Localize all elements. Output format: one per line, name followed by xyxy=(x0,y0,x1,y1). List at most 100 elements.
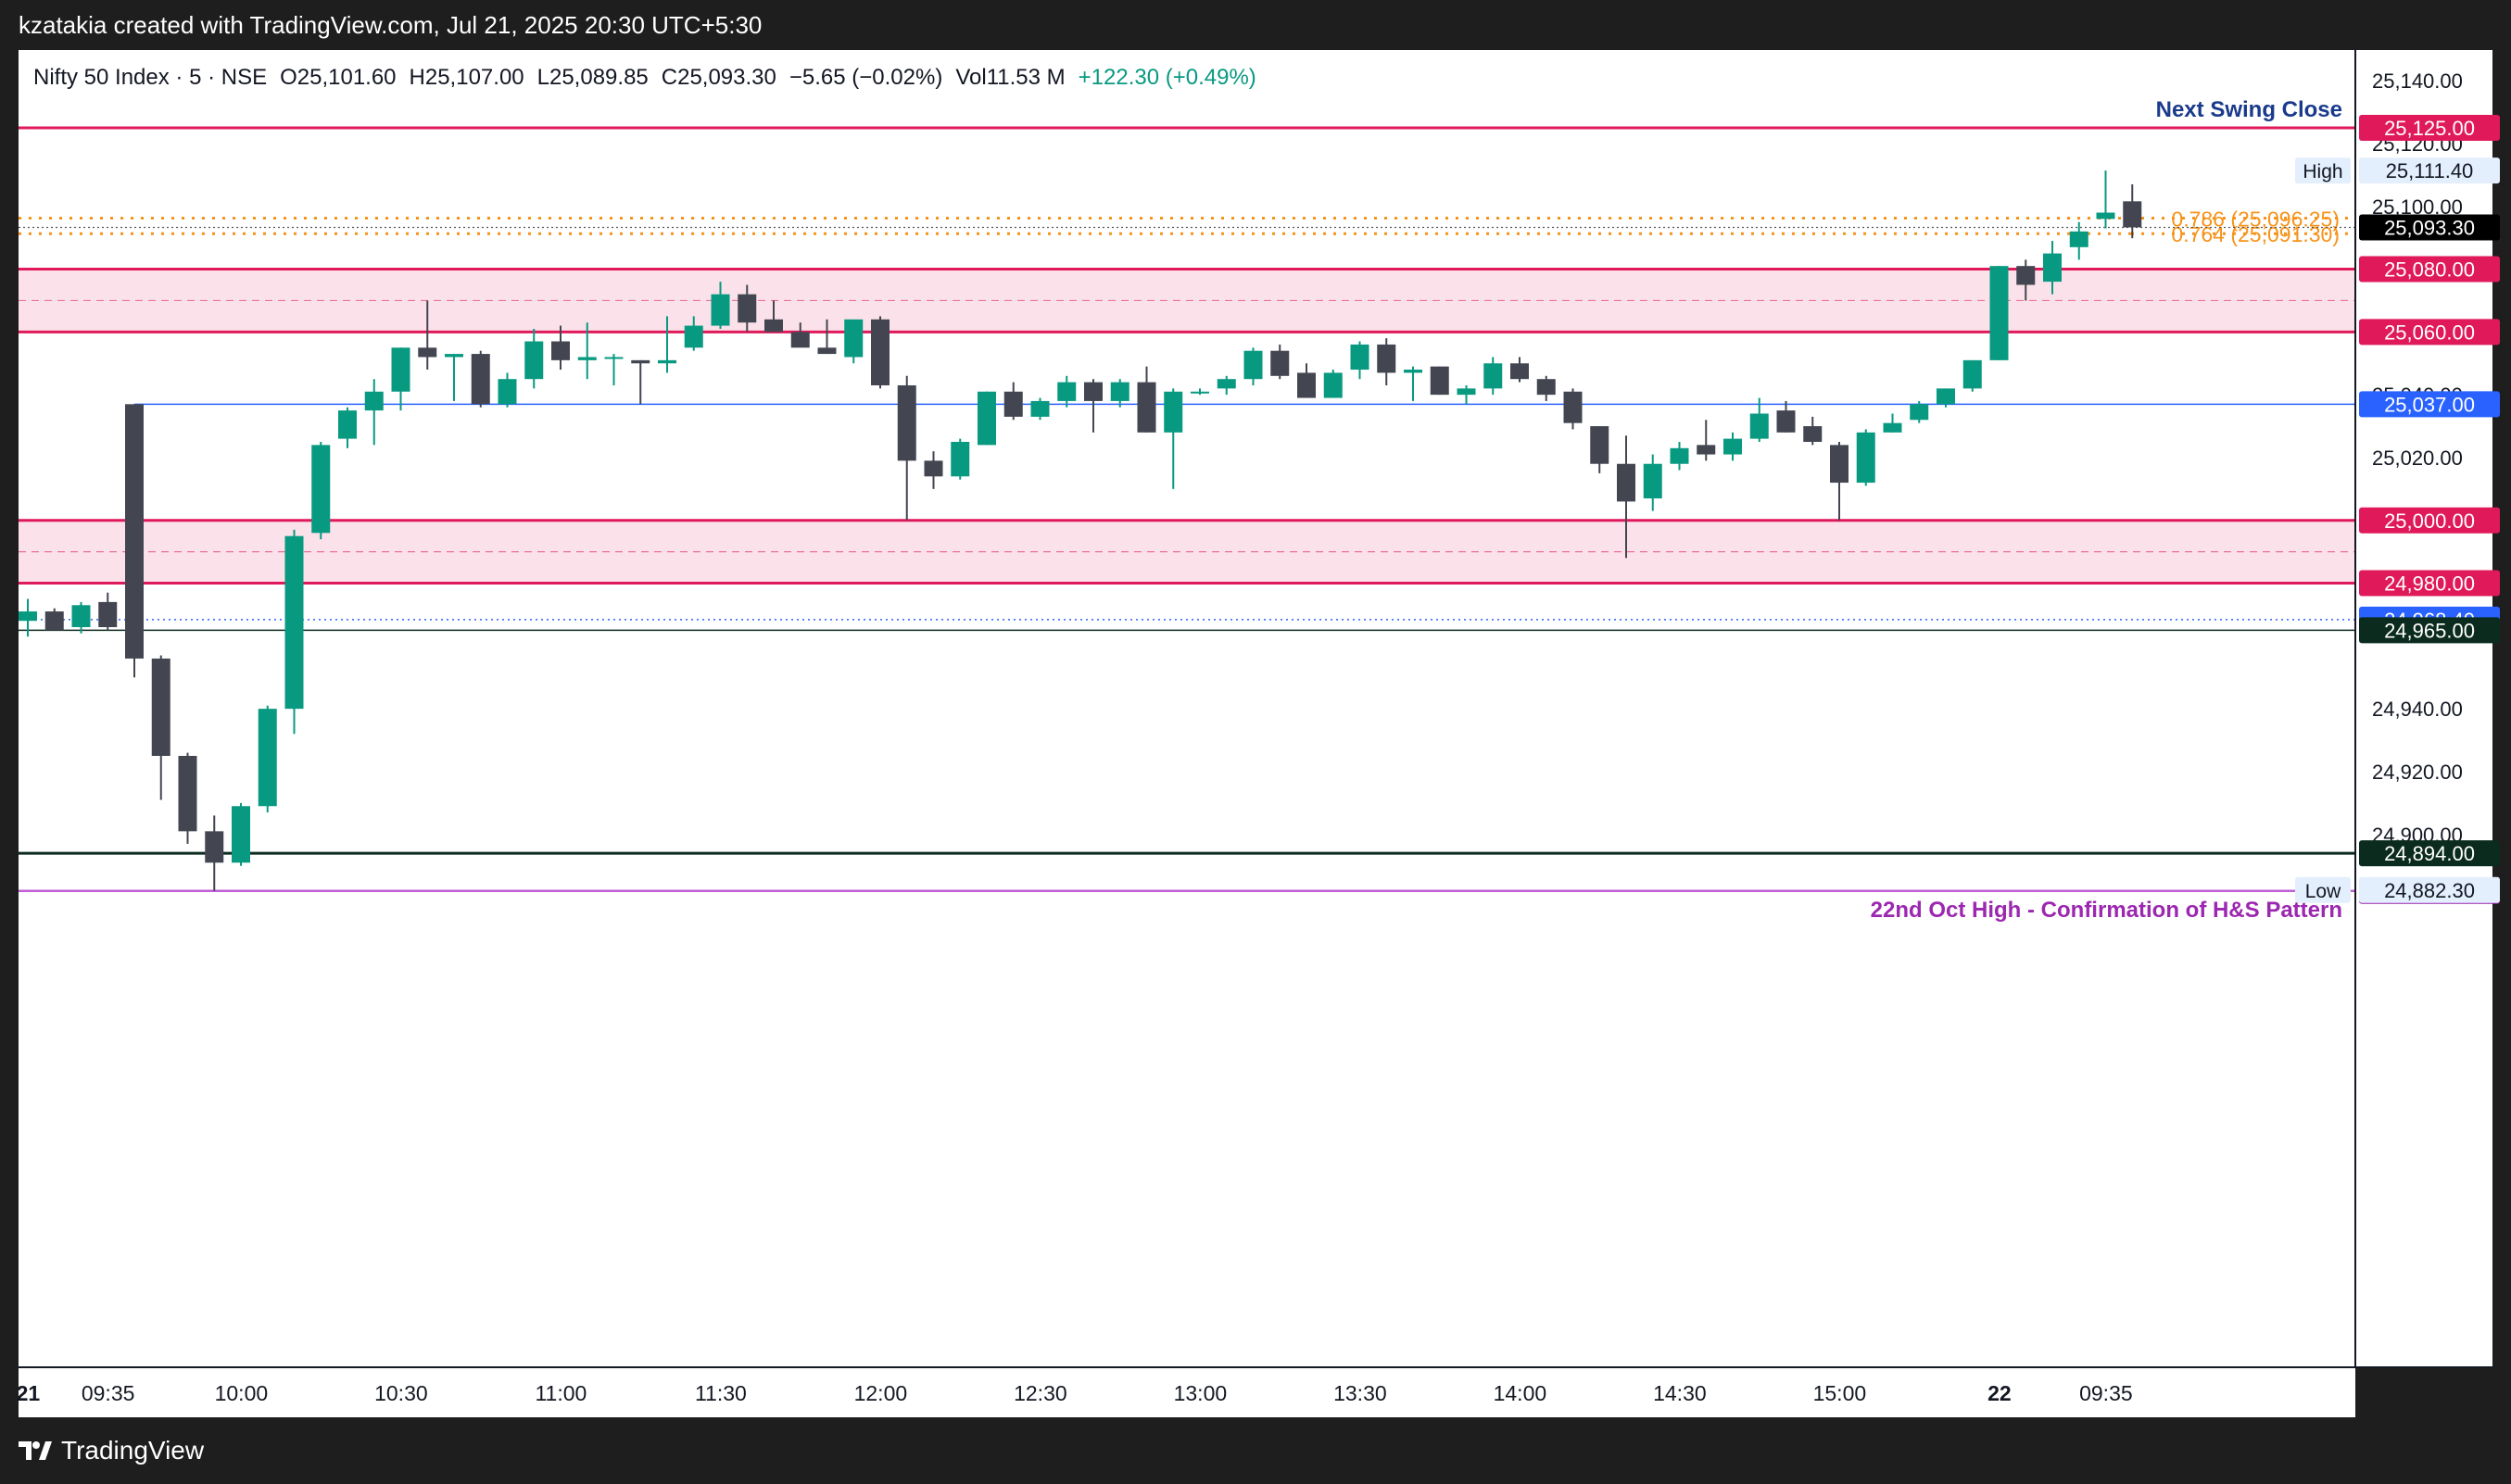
time-tick-label: 11:30 xyxy=(695,1381,747,1405)
symbol-label[interactable]: Nifty 50 Index · 5 · NSE xyxy=(33,65,267,91)
candle[interactable] xyxy=(524,341,544,380)
candle[interactable] xyxy=(1350,344,1369,371)
candle[interactable] xyxy=(19,611,37,622)
candle[interactable] xyxy=(1110,382,1129,401)
candle[interactable] xyxy=(551,341,570,360)
time-tick-label: 12:30 xyxy=(1014,1381,1067,1405)
candle[interactable] xyxy=(498,379,517,405)
candle[interactable] xyxy=(1723,438,1742,455)
candle[interactable] xyxy=(1377,344,1396,373)
candle[interactable] xyxy=(364,391,384,411)
candle[interactable] xyxy=(764,319,783,333)
open-value: O25,101.60 xyxy=(280,65,397,90)
candle[interactable] xyxy=(1749,413,1769,439)
candle[interactable] xyxy=(1457,388,1476,396)
candle[interactable] xyxy=(338,410,357,439)
tradingview-logo[interactable]: TradingView xyxy=(19,1436,204,1465)
candlestick-chart[interactable]: 0.786 (25,096.25)0.764 (25,091.30)Next S… xyxy=(0,0,2511,1484)
candle[interactable] xyxy=(711,294,730,326)
low-marker-label: Low xyxy=(2305,881,2341,902)
candle[interactable] xyxy=(2043,253,2062,283)
candle[interactable] xyxy=(1937,388,1955,405)
high-value: H25,107.00 xyxy=(409,65,524,90)
chart-annotation: 22nd Oct High - Confirmation of H&S Patt… xyxy=(1871,898,2342,923)
candle[interactable] xyxy=(205,831,224,863)
candle[interactable] xyxy=(684,325,703,348)
candle[interactable] xyxy=(1883,422,1902,433)
candle[interactable] xyxy=(1084,382,1103,401)
candle[interactable] xyxy=(1856,432,1875,484)
candle[interactable] xyxy=(1323,372,1343,398)
candle[interactable] xyxy=(471,354,490,405)
candle[interactable] xyxy=(151,658,170,756)
candle[interactable] xyxy=(44,611,64,631)
candle[interactable] xyxy=(1830,445,1849,484)
candle[interactable] xyxy=(284,535,304,710)
candle[interactable] xyxy=(1697,445,1716,455)
candle[interactable] xyxy=(1243,350,1263,380)
candle[interactable] xyxy=(1483,363,1503,389)
candle[interactable] xyxy=(71,605,91,628)
candle[interactable] xyxy=(125,404,144,659)
price-tick-label: 25,020.00 xyxy=(2372,446,2463,470)
candle[interactable] xyxy=(738,294,757,323)
candle[interactable] xyxy=(2016,266,2036,285)
time-tick-label: 13:30 xyxy=(1333,1381,1387,1405)
candle[interactable] xyxy=(1003,391,1023,417)
candle[interactable] xyxy=(1962,359,1982,389)
candle[interactable] xyxy=(1404,370,1422,373)
candle[interactable] xyxy=(2069,231,2088,247)
price-tick-label: 24,940.00 xyxy=(2372,698,2463,721)
tradingview-brand: TradingView xyxy=(61,1436,205,1465)
candle[interactable] xyxy=(1910,404,1929,421)
candle[interactable] xyxy=(897,384,916,461)
volume-value: Vol11.53 M xyxy=(955,65,1066,90)
candle[interactable] xyxy=(178,756,197,832)
candle[interactable] xyxy=(844,319,864,358)
candle[interactable] xyxy=(258,709,277,807)
candle[interactable] xyxy=(924,460,943,477)
candle[interactable] xyxy=(658,359,676,364)
candle[interactable] xyxy=(978,391,996,446)
candle[interactable] xyxy=(790,332,810,348)
candle[interactable] xyxy=(604,357,624,359)
time-tick-label: 11:00 xyxy=(535,1381,587,1405)
candle[interactable] xyxy=(817,347,837,355)
candle[interactable] xyxy=(98,601,118,628)
candle[interactable] xyxy=(1617,463,1635,502)
candle[interactable] xyxy=(1297,372,1316,398)
candle[interactable] xyxy=(311,445,331,534)
candle[interactable] xyxy=(577,357,597,360)
time-tick-label: 15:00 xyxy=(1813,1381,1867,1405)
candle[interactable] xyxy=(2096,212,2115,220)
candle[interactable] xyxy=(1670,447,1689,464)
time-tick-label: 14:30 xyxy=(1653,1381,1707,1405)
candle[interactable] xyxy=(1191,391,1209,394)
tradingview-logo-icon xyxy=(19,1441,52,1460)
candle[interactable] xyxy=(1137,382,1156,433)
candle[interactable] xyxy=(631,359,650,364)
candle[interactable] xyxy=(1590,426,1609,464)
candle[interactable] xyxy=(1510,363,1529,380)
candle[interactable] xyxy=(418,347,437,358)
candle[interactable] xyxy=(1217,379,1236,389)
candle[interactable] xyxy=(232,806,250,863)
candle[interactable] xyxy=(1030,400,1050,417)
candle[interactable] xyxy=(1989,266,2009,360)
candle[interactable] xyxy=(1057,382,1077,401)
candle[interactable] xyxy=(445,354,463,358)
candle[interactable] xyxy=(391,347,410,392)
candle[interactable] xyxy=(1270,350,1290,376)
candle[interactable] xyxy=(1643,463,1662,499)
candle[interactable] xyxy=(1776,410,1796,433)
candle[interactable] xyxy=(1563,391,1583,423)
candle[interactable] xyxy=(951,442,970,477)
candle[interactable] xyxy=(1430,366,1449,396)
candle[interactable] xyxy=(871,319,890,385)
candle[interactable] xyxy=(2123,201,2142,228)
candle[interactable] xyxy=(1536,379,1556,396)
candle[interactable] xyxy=(1164,391,1183,433)
price-level-tag-label: 25,037.00 xyxy=(2384,393,2475,416)
time-tick-label: 22 xyxy=(1987,1381,2012,1405)
candle[interactable] xyxy=(1803,426,1823,442)
